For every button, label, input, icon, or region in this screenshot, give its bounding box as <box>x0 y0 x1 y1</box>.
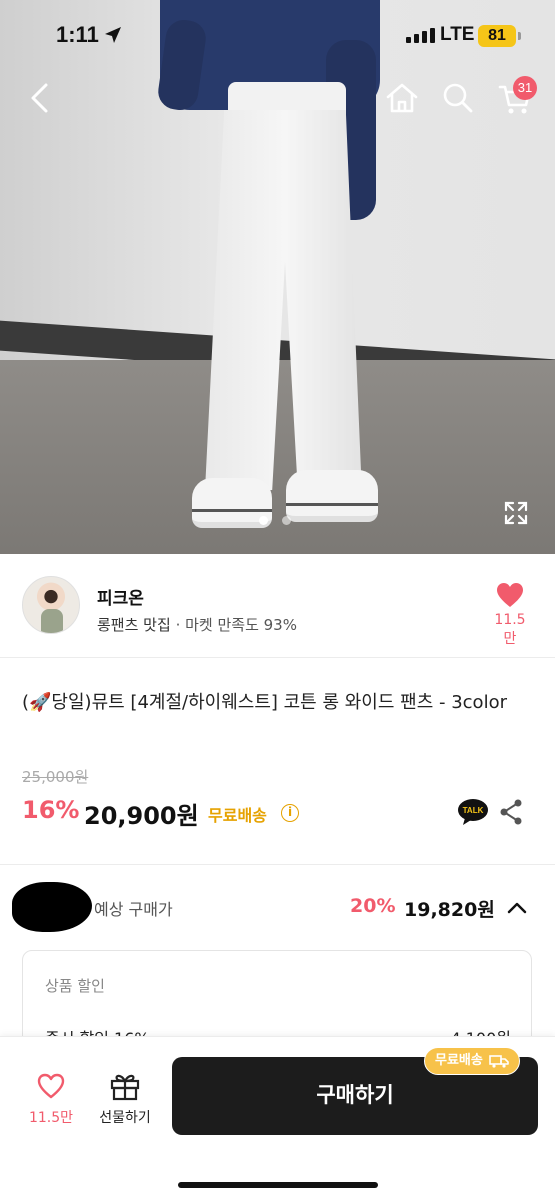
share-icon[interactable] <box>499 798 523 826</box>
expected-price-value: 19,820원 <box>404 899 495 921</box>
free-shipping-label: 무료배송 <box>208 806 267 825</box>
seller-name[interactable]: 피크온 <box>97 584 144 609</box>
signal-icon <box>406 28 435 43</box>
free-shipping-badge-label: 무료배송 <box>435 1053 483 1068</box>
back-icon[interactable] <box>26 82 56 114</box>
bottom-action-bar: 11.5만 선물하기 구매하기 무료배송 <box>0 1036 555 1200</box>
original-price: 25,000원 <box>22 768 89 786</box>
cart-count-badge: 31 <box>513 76 537 100</box>
home-icon[interactable] <box>385 82 419 114</box>
expected-discount-rate: 20% <box>350 895 396 917</box>
kakao-talk-icon[interactable]: TALK <box>457 798 489 826</box>
like-button[interactable]: 11.5만 <box>22 1073 80 1133</box>
heart-filled-icon[interactable] <box>496 582 524 608</box>
discount-rate: 16% <box>22 796 80 824</box>
redacted-mark <box>12 882 92 932</box>
truck-icon <box>489 1055 509 1068</box>
status-bar: 1:11 LTE 81 <box>0 0 555 72</box>
heart-outline-icon <box>37 1073 65 1099</box>
section-divider <box>0 864 555 865</box>
search-icon[interactable] <box>442 82 474 114</box>
battery-tip <box>518 32 521 40</box>
like-button-count: 11.5만 <box>28 1110 74 1126</box>
product-title: (🚀당일)뮤트 [4계절/하이웨스트] 코튼 롱 와이드 팬츠 - 3color <box>22 692 507 713</box>
status-time: 1:11 <box>56 22 99 47</box>
gift-button[interactable]: 선물하기 <box>93 1071 157 1133</box>
network-label: LTE <box>440 24 475 45</box>
gift-button-label: 선물하기 <box>99 1110 151 1126</box>
location-arrow-icon <box>105 27 121 43</box>
info-icon[interactable]: i <box>281 804 299 822</box>
expected-price-label: 예상 구매가 <box>94 900 173 919</box>
chevron-up-icon[interactable] <box>505 897 529 919</box>
page-dot-2[interactable] <box>282 516 291 525</box>
sale-price: 20,900원 <box>84 802 199 830</box>
seller-description: 롱팬츠 맛집 · 마켓 만족도 93% <box>97 614 297 635</box>
svg-text:TALK: TALK <box>463 806 484 815</box>
seller-category: 롱팬츠 맛집 <box>97 616 171 634</box>
seller-avatar[interactable] <box>22 576 80 634</box>
expand-icon[interactable] <box>503 500 529 526</box>
image-pagination <box>259 516 291 525</box>
battery-icon: 81 <box>478 25 516 47</box>
free-shipping-badge: 무료배송 <box>424 1047 520 1075</box>
seller-like-count: 11.5만 <box>494 612 526 647</box>
gift-icon <box>110 1074 140 1101</box>
home-indicator <box>178 1182 378 1188</box>
seller-satisfaction: · 마켓 만족도 93% <box>175 616 297 634</box>
photo-shoe-right <box>286 470 378 522</box>
seller-section[interactable]: 피크온 롱팬츠 맛집 · 마켓 만족도 93% 11.5만 <box>0 554 555 658</box>
discount-section-label: 상품 할인 <box>45 977 105 995</box>
page-dot-1[interactable] <box>259 516 268 525</box>
